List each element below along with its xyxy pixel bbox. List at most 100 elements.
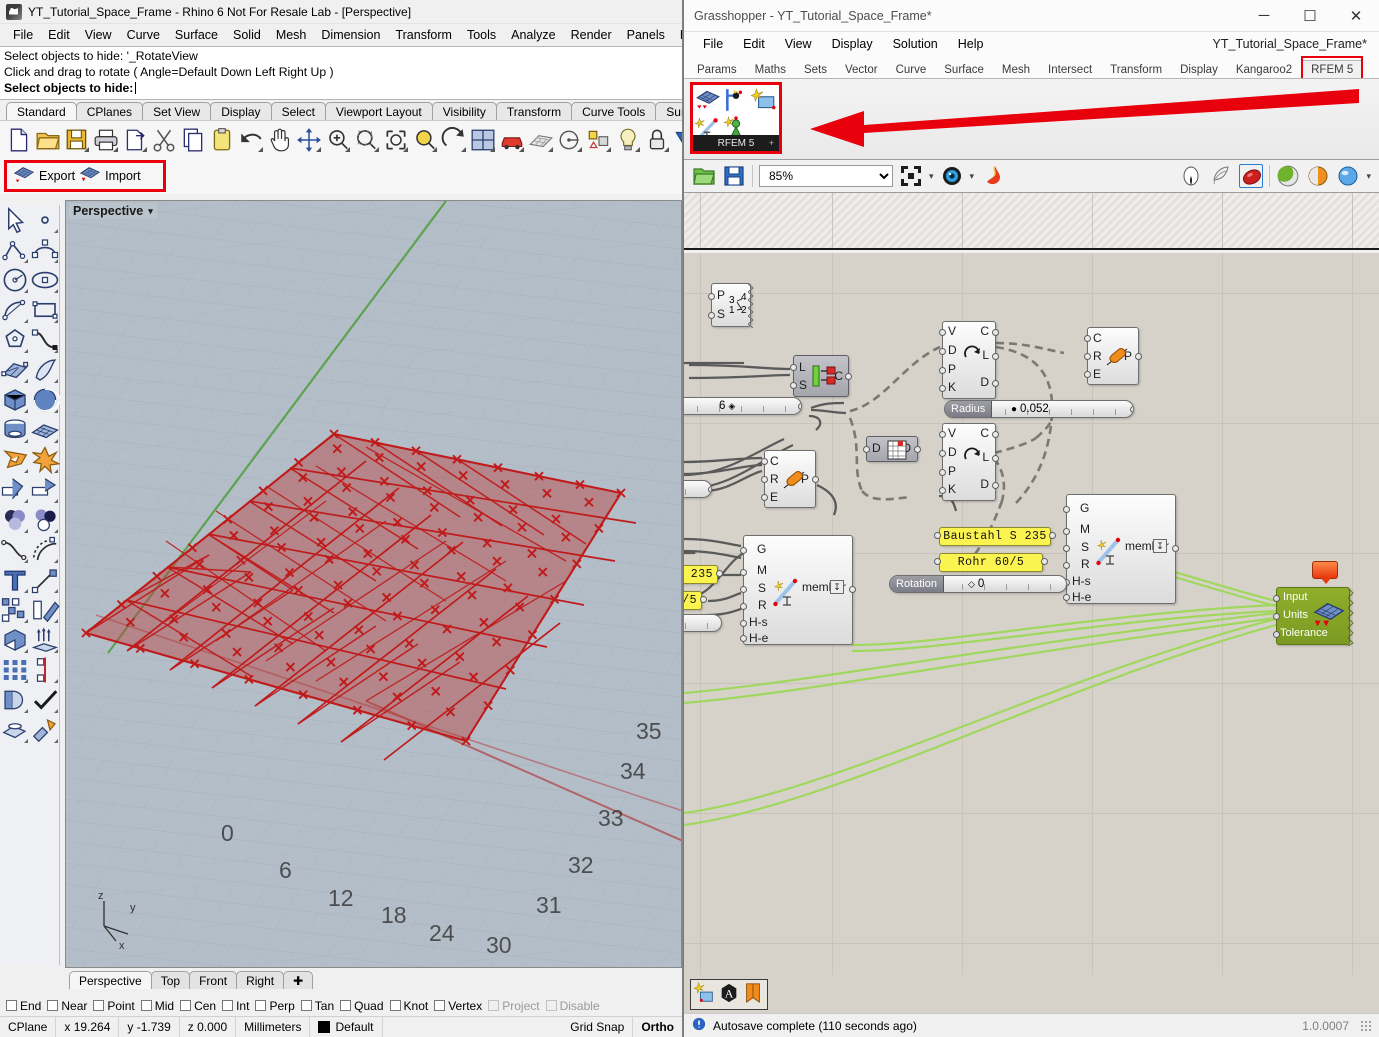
toolbar-tab-set-view[interactable]: Set View	[142, 102, 212, 120]
rhino-menu-edit[interactable]: Edit	[41, 26, 77, 44]
minimize-button[interactable]: ─	[1241, 0, 1287, 31]
free-curve-icon[interactable]	[30, 325, 60, 355]
osnap-tan[interactable]: Tan	[300, 999, 338, 1013]
viewport-tab-top[interactable]: Top	[150, 971, 191, 989]
gh-node-pipe-top-right[interactable]: C R E P	[1084, 327, 1142, 385]
viewport-dropdown-icon[interactable]: ▾	[148, 206, 153, 217]
green-sphere-icon[interactable]	[1276, 164, 1300, 188]
status-layer[interactable]: Default	[310, 1016, 383, 1037]
rfem-panel-expand-icon[interactable]: +	[769, 138, 774, 148]
arc-icon[interactable]	[0, 295, 30, 325]
osnap-checkbox[interactable]	[255, 1000, 267, 1011]
viewport-tab-perspective[interactable]: Perspective	[69, 971, 152, 989]
osnap-end[interactable]: End	[6, 999, 45, 1013]
gh-node-series[interactable]: P S 3 4 1 2	[708, 283, 754, 328]
osnap-disable[interactable]: Disable	[545, 999, 604, 1013]
output-collapse-icon[interactable]: ↧	[1153, 539, 1167, 553]
osnap-checkbox[interactable]	[222, 1000, 234, 1011]
lock-icon[interactable]	[644, 127, 670, 153]
osnap-checkbox[interactable]	[93, 1000, 105, 1011]
rhino-menu-file[interactable]: File	[6, 26, 40, 44]
viewport-layout-icon[interactable]	[470, 127, 496, 153]
osnap-checkbox[interactable]	[389, 1000, 401, 1011]
preview-shaded-icon[interactable]	[1209, 164, 1233, 188]
unroll-icon[interactable]	[0, 685, 30, 715]
ribbon-tab-surface[interactable]: Surface	[935, 61, 993, 78]
trim-icon[interactable]	[30, 475, 60, 505]
gh-panel-material-left[interactable]: S 235	[684, 565, 718, 584]
new-file-icon[interactable]	[6, 127, 32, 153]
osnap-checkbox[interactable]	[545, 1000, 557, 1011]
toolbar-tab-visibility[interactable]: Visibility	[431, 102, 497, 120]
render-dropdown-icon[interactable]: ▾	[1366, 171, 1371, 182]
scale-icon[interactable]	[30, 565, 60, 595]
osnap-near[interactable]: Near	[47, 999, 91, 1013]
polygon-icon[interactable]	[0, 325, 30, 355]
toolbar-tab-standard[interactable]: Standard	[6, 102, 77, 120]
gh-node-rfem-output[interactable]: Input Units Tolerance	[1273, 587, 1354, 646]
ribbon-tab-intersect[interactable]: Intersect	[1039, 61, 1101, 78]
gh-canvas[interactable]: P S 3 4 1 2 L S C D D V D P K C L D V D …	[684, 253, 1379, 983]
rhino-menu-panels[interactable]: Panels	[620, 26, 672, 44]
ribbon-tab-maths[interactable]: Maths	[746, 61, 795, 78]
gh-panel-material-right[interactable]: Baustahl S 235	[939, 527, 1051, 546]
osnap-vertex[interactable]: Vertex	[434, 999, 486, 1013]
rotate-view-icon[interactable]	[441, 126, 467, 153]
boolean-union-icon[interactable]	[0, 505, 30, 535]
rhino-menu-view[interactable]: View	[78, 26, 119, 44]
ribbon-tab-curve[interactable]: Curve	[887, 61, 936, 78]
rhino-menu-analyze[interactable]: Analyze	[504, 26, 562, 44]
gh-menu-view[interactable]: View	[776, 35, 821, 53]
gh-menu-help[interactable]: Help	[949, 35, 993, 53]
zoom-selected-icon[interactable]	[412, 127, 438, 153]
select-arrow-icon[interactable]	[0, 205, 30, 235]
status-grid-snap[interactable]: Grid Snap	[562, 1016, 634, 1037]
rhino-command-area[interactable]: Select objects to hide: '_RotateView Cli…	[0, 46, 682, 100]
osnap-checkbox[interactable]	[488, 1000, 500, 1011]
osnap-checkbox[interactable]	[47, 1000, 59, 1011]
gh-slider-rotation[interactable]: Rotation ◇ 0	[889, 575, 1067, 593]
print-icon[interactable]	[93, 127, 119, 153]
status-cplane[interactable]: CPlane	[0, 1016, 57, 1037]
gh-node-member-right[interactable]: G M S R H-s H-e member ↧	[1063, 494, 1179, 604]
toolbar-tab-surface[interactable]: Surfa	[655, 102, 682, 120]
explode-icon[interactable]	[30, 445, 60, 475]
ribbon-tab-vector[interactable]: Vector	[836, 61, 887, 78]
named-view-icon[interactable]	[499, 127, 525, 153]
cap-icon[interactable]	[0, 715, 30, 745]
gh-menu-file[interactable]: File	[694, 35, 732, 53]
polyline-icon[interactable]	[0, 235, 30, 265]
osnap-knot[interactable]: Knot	[389, 999, 433, 1013]
gh-node-divide-compact[interactable]: D D	[863, 436, 921, 462]
gh-menu-display[interactable]: Display	[823, 35, 882, 53]
preview-ghosted-icon[interactable]	[1239, 164, 1264, 188]
toolbar-tab-display[interactable]: Display	[210, 102, 272, 120]
toolbar-tab-transform[interactable]: Transform	[495, 102, 573, 120]
toolbar-tab-viewport-layout[interactable]: Viewport Layout	[324, 102, 433, 120]
gh-widget-sketch-icon[interactable]	[693, 981, 716, 1007]
move-icon[interactable]	[296, 127, 322, 153]
osnap-point[interactable]: Point	[93, 999, 138, 1013]
text-icon[interactable]	[0, 565, 30, 595]
preview-wireframe-icon[interactable]	[1179, 164, 1203, 188]
rhino-menu-surface[interactable]: Surface	[168, 26, 225, 44]
toolbar-tab-select[interactable]: Select	[270, 102, 326, 120]
gh-widget-text-icon[interactable]: A	[718, 982, 740, 1007]
array-icon[interactable]	[0, 595, 30, 625]
light-bulb-icon[interactable]	[615, 127, 641, 153]
zoom-level-select[interactable]: 85%	[759, 165, 893, 187]
osnap-checkbox[interactable]	[180, 1000, 192, 1011]
cut-icon[interactable]	[151, 127, 177, 153]
rhino-menu-curve[interactable]: Curve	[120, 26, 167, 44]
check-icon[interactable]	[30, 685, 60, 715]
offset-curve-icon[interactable]	[30, 535, 60, 565]
gh-node-member-left[interactable]: G M S R H-s H-e member ↧	[740, 535, 856, 645]
status-ortho[interactable]: Ortho	[633, 1017, 682, 1037]
mirror-icon[interactable]	[30, 655, 60, 685]
cylinder-icon[interactable]	[0, 415, 30, 445]
extrude-up-icon[interactable]	[30, 625, 60, 655]
split-icon[interactable]	[0, 475, 30, 505]
preview-dropdown-icon[interactable]: ▾	[970, 171, 975, 182]
curve-control-points-icon[interactable]	[30, 235, 60, 265]
rfem-node-support-icon[interactable]	[723, 87, 749, 116]
